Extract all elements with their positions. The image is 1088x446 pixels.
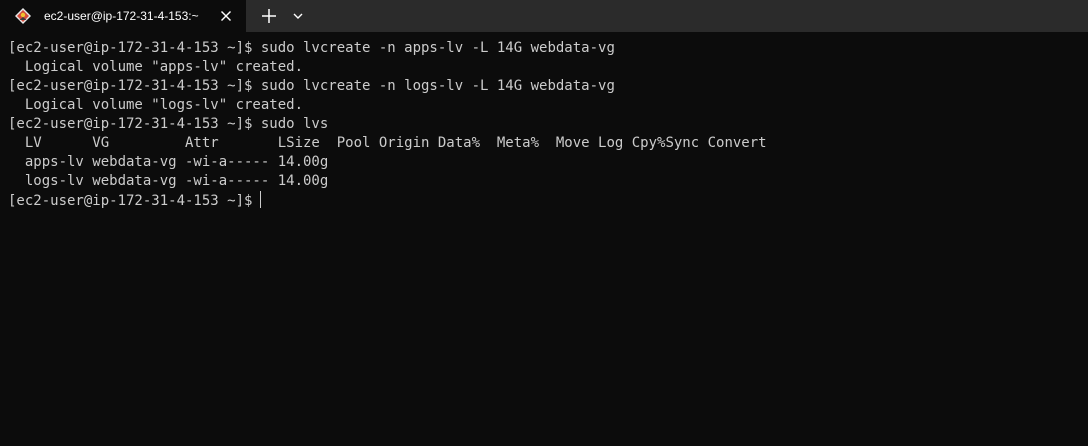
terminal-window: ec2-user@ip-172-31-4-153:~ [ec2-user@ip-… <box>0 0 1088 446</box>
prompt: [ec2-user@ip-172-31-4-153 ~]$ <box>8 193 253 209</box>
terminal-tab[interactable]: ec2-user@ip-172-31-4-153:~ <box>0 0 246 32</box>
terminal-line: [ec2-user@ip-172-31-4-153 ~]$ sudo lvcre… <box>8 40 615 56</box>
terminal-line: Logical volume "logs-lv" created. <box>8 97 304 113</box>
terminal-output[interactable]: [ec2-user@ip-172-31-4-153 ~]$ sudo lvcre… <box>0 32 1088 446</box>
prompt-line[interactable]: [ec2-user@ip-172-31-4-153 ~]$ <box>8 191 1088 210</box>
close-icon[interactable] <box>218 8 234 24</box>
terminal-line: [ec2-user@ip-172-31-4-153 ~]$ sudo lvs <box>8 116 329 132</box>
new-tab-plus-icon[interactable] <box>259 6 279 26</box>
chevron-down-icon[interactable] <box>290 8 306 24</box>
text-cursor <box>260 191 262 208</box>
terminal-line: Logical volume "apps-lv" created. <box>8 59 304 75</box>
terminal-line: [ec2-user@ip-172-31-4-153 ~]$ sudo lvcre… <box>8 78 615 94</box>
terminal-line: logs-lv webdata-vg -wi-a----- 14.00g <box>8 173 329 189</box>
terminal-line: apps-lv webdata-vg -wi-a----- 14.00g <box>8 154 329 170</box>
linux-tux-icon <box>15 8 31 24</box>
terminal-line: LV VG Attr LSize Pool Origin Data% Meta%… <box>8 135 767 151</box>
tab-title: ec2-user@ip-172-31-4-153:~ <box>44 9 199 23</box>
tab-bar: ec2-user@ip-172-31-4-153:~ <box>0 0 1088 32</box>
